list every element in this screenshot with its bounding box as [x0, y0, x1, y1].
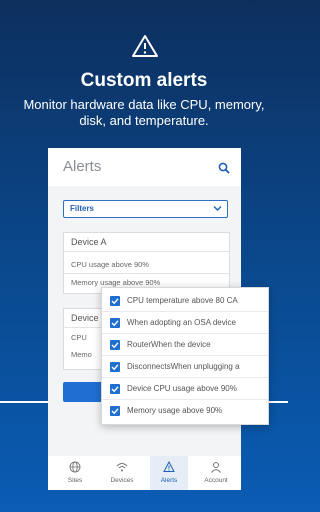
filter-option[interactable]: When adopting an OSA device	[102, 312, 268, 334]
check-icon	[111, 386, 119, 393]
check-icon	[111, 342, 119, 349]
user-icon	[211, 462, 221, 473]
alert-icon	[163, 461, 175, 472]
search-icon[interactable]	[218, 162, 230, 174]
checkbox-checked[interactable]	[110, 296, 120, 306]
filter-option[interactable]: Device CPU usage above 90%	[102, 378, 268, 400]
checkbox-checked[interactable]	[110, 318, 120, 328]
checkbox-checked[interactable]	[110, 340, 120, 350]
check-icon	[111, 408, 119, 415]
divider	[64, 273, 229, 274]
check-icon	[111, 320, 119, 327]
tab-label: Devices	[110, 477, 134, 484]
tab-alerts[interactable]: Alerts	[150, 456, 188, 490]
filter-option[interactable]: DisconnectsWhen unplugging a	[102, 356, 268, 378]
filters-select[interactable]: Filters	[63, 200, 228, 218]
filters-label: Filters	[70, 204, 95, 213]
tab-label: Sites	[67, 477, 83, 484]
filter-option[interactable]: CPU temperature above 80 CA	[102, 290, 268, 312]
check-icon	[111, 364, 119, 371]
tab-sites[interactable]: Sites	[56, 456, 94, 490]
alert-rule: Memory usage above 90%	[71, 278, 161, 287]
option-label: Device CPU usage above 90%	[127, 384, 237, 393]
alert-rule: Memo	[71, 350, 92, 359]
filter-dropdown-menu: CPU temperature above 80 CA When adoptin…	[101, 287, 269, 425]
option-label: RouterWhen the device	[127, 340, 211, 349]
checkbox-checked[interactable]	[110, 384, 120, 394]
page-title: Alerts	[63, 158, 102, 175]
wifi-icon	[116, 463, 128, 472]
app-header: Alerts	[48, 148, 241, 186]
chevron-down-icon	[213, 206, 222, 211]
check-icon	[111, 298, 119, 305]
checkbox-checked[interactable]	[110, 362, 120, 372]
tab-label: Account	[204, 477, 228, 484]
checkbox-checked[interactable]	[110, 406, 120, 416]
device-card[interactable]: Device A CPU usage above 90% Memory usag…	[63, 232, 230, 294]
warning-icon	[132, 35, 158, 57]
tab-bar: Sites Devices Alerts Account	[48, 456, 241, 490]
filter-option[interactable]: RouterWhen the device	[102, 334, 268, 356]
globe-icon	[69, 461, 81, 473]
filter-option[interactable]: Memory usage above 90%	[102, 400, 268, 422]
device-name: Device A	[71, 237, 107, 247]
alert-rule: CPU	[71, 333, 87, 342]
option-label: Memory usage above 90%	[127, 406, 223, 415]
device-name: Device	[71, 313, 99, 323]
tab-label: Alerts	[160, 477, 178, 484]
option-label: CPU temperature above 80 CA	[127, 296, 238, 305]
alert-rule: CPU usage above 90%	[71, 260, 149, 269]
divider	[64, 251, 229, 252]
tab-devices[interactable]: Devices	[103, 456, 141, 490]
tab-account[interactable]: Account	[197, 456, 235, 490]
hero-title: Custom alerts	[80, 70, 208, 91]
hero-subtitle: Monitor hardware data like CPU, memory, …	[23, 97, 265, 128]
option-label: When adopting an OSA device	[127, 318, 236, 327]
option-label: DisconnectsWhen unplugging a	[127, 362, 240, 371]
